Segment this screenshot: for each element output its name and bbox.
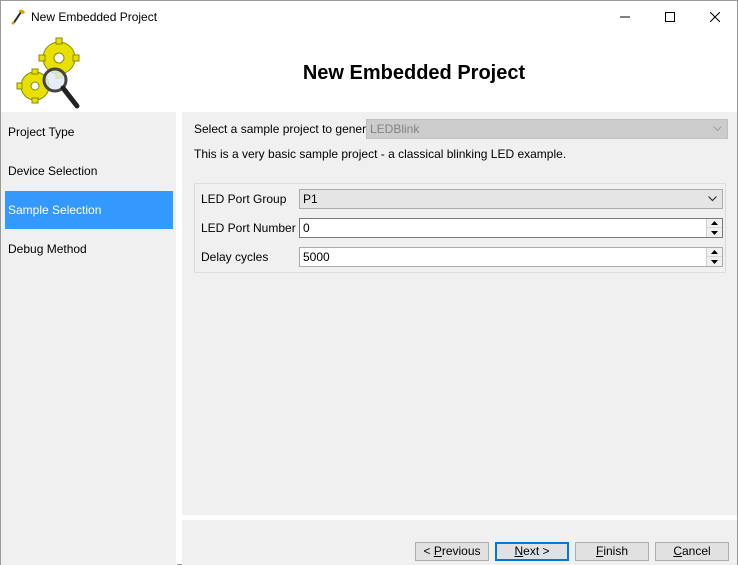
nav-item-project-type[interactable]: Project Type xyxy=(5,113,173,151)
led-port-group-label: LED Port Group xyxy=(201,192,287,206)
sample-parameters-group: LED Port Group P1 LED Port Number 0 Dela… xyxy=(194,183,726,273)
led-port-number-stepper[interactable]: 0 xyxy=(299,218,723,238)
delay-cycles-value: 5000 xyxy=(303,250,330,264)
chevron-down-icon xyxy=(713,126,722,132)
led-port-number-value: 0 xyxy=(303,221,310,235)
app-icon xyxy=(9,8,27,26)
sample-project-value: LEDBlink xyxy=(370,122,420,136)
sample-description: This is a very basic sample project - a … xyxy=(194,147,567,161)
delay-cycles-label: Delay cycles xyxy=(201,250,269,264)
led-port-group-dropdown[interactable]: P1 xyxy=(299,189,723,209)
sample-selection-panel: Select a sample project to generate: LED… xyxy=(182,112,737,515)
wizard-header: New Embedded Project xyxy=(1,32,737,112)
cancel-mnemonic: C xyxy=(673,544,682,558)
previous-mnemonic: P xyxy=(433,544,442,558)
close-icon xyxy=(710,11,720,22)
nav-item-device-selection[interactable]: Device Selection xyxy=(5,152,173,190)
arrow-up-icon xyxy=(711,221,718,225)
led-port-number-label: LED Port Number xyxy=(201,221,296,235)
new-embedded-project-window: New Embedded Project New Embedded Projec… xyxy=(0,0,738,565)
close-button[interactable] xyxy=(692,1,738,32)
spin-down-button[interactable] xyxy=(707,257,722,266)
maximize-icon xyxy=(665,11,675,22)
next-mnemonic: N xyxy=(514,544,524,558)
finish-button[interactable]: Finish xyxy=(575,542,649,561)
maximize-button[interactable] xyxy=(647,1,693,32)
sample-project-dropdown[interactable]: LEDBlink xyxy=(366,119,728,139)
minimize-button[interactable] xyxy=(602,1,648,32)
spin-up-button[interactable] xyxy=(707,219,722,228)
window-title: New Embedded Project xyxy=(31,10,158,24)
next-rest: ext > xyxy=(523,544,550,558)
delay-cycles-stepper[interactable]: 5000 xyxy=(299,247,723,267)
page-title: New Embedded Project xyxy=(302,62,526,84)
cancel-button[interactable]: Cancel xyxy=(655,542,729,561)
arrow-up-icon xyxy=(711,250,718,254)
delay-cycles-spin xyxy=(706,248,722,266)
sample-project-label: Select a sample project to generate: xyxy=(194,122,387,136)
minimize-icon xyxy=(620,16,630,17)
finish-rest: inish xyxy=(603,544,629,558)
wizard-steps-nav: Project Type Device Selection Sample Sel… xyxy=(1,112,177,565)
nav-item-sample-selection[interactable]: Sample Selection xyxy=(5,191,173,229)
arrow-down-icon xyxy=(711,259,718,264)
title-bar[interactable]: New Embedded Project xyxy=(1,1,737,32)
gears-magnifier-icon xyxy=(13,36,87,110)
led-port-number-spin xyxy=(706,219,722,237)
arrow-down-icon xyxy=(711,230,718,235)
spin-up-button[interactable] xyxy=(707,248,722,257)
cancel-rest: ancel xyxy=(681,544,711,558)
previous-button[interactable]: < Previous xyxy=(415,542,489,561)
spin-down-button[interactable] xyxy=(707,228,722,237)
previous-prefix: < xyxy=(423,544,434,558)
nav-item-debug-method[interactable]: Debug Method xyxy=(5,230,173,268)
wizard-button-bar: < Previous Next > Finish Cancel xyxy=(182,520,737,565)
chevron-down-icon xyxy=(708,196,717,202)
previous-rest: revious xyxy=(441,544,481,558)
led-port-group-value: P1 xyxy=(303,192,318,206)
next-button[interactable]: Next > xyxy=(495,542,569,561)
